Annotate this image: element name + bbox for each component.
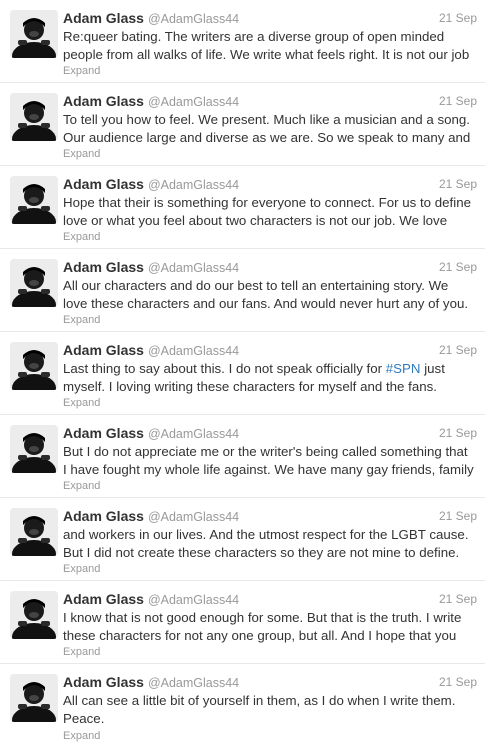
tweet-header: Adam Glass @AdamGlass44 21 Sep [63, 258, 477, 276]
tweet-header: Adam Glass @AdamGlass44 21 Sep [63, 507, 477, 525]
user-avatar-icon[interactable] [10, 176, 58, 224]
tweet-header: Adam Glass @AdamGlass44 21 Sep [63, 92, 477, 110]
author-handle[interactable]: @AdamGlass44 [148, 178, 239, 192]
tweet-text-segment: Last thing to say about this. I do not s… [63, 361, 386, 376]
tweet-text-line: myself. I loving writing these character… [63, 379, 437, 394]
tweet-timeline: Adam Glass @AdamGlass44 21 Sep Re:queer b… [0, 0, 485, 750]
tweet-text: and workers in our lives. And the utmost… [63, 526, 481, 562]
tweet-header: Adam Glass @AdamGlass44 21 Sep [63, 590, 477, 608]
tweet-text: All our characters and do our best to te… [63, 277, 481, 313]
author-name[interactable]: Adam Glass [63, 508, 144, 524]
tweet-header: Adam Glass @AdamGlass44 21 Sep [63, 9, 477, 27]
tweet-text-line: Last thing to say about this. I do not s… [63, 360, 481, 378]
tweet-text-line: All can see a little bit of yourself in … [63, 693, 456, 708]
tweet-text-line: Peace. [63, 711, 105, 726]
tweet-timestamp[interactable]: 21 Sep [439, 341, 477, 359]
tweet-item[interactable]: Adam Glass @AdamGlass44 21 Sep All can se… [0, 664, 485, 750]
tweet-text-line: Our audience large and diverse as we are… [63, 130, 471, 145]
tweet-text-segment: just [420, 361, 445, 376]
author-handle[interactable]: @AdamGlass44 [148, 427, 239, 441]
author-name[interactable]: Adam Glass [63, 425, 144, 441]
author-handle[interactable]: @AdamGlass44 [148, 344, 239, 358]
expand-link[interactable]: Expand [63, 480, 100, 492]
tweet-timestamp[interactable]: 21 Sep [439, 673, 477, 691]
tweet-timestamp[interactable]: 21 Sep [439, 590, 477, 608]
tweet-item[interactable]: Adam Glass @AdamGlass44 21 Sep Hope that … [0, 166, 485, 249]
tweet-item[interactable]: Adam Glass @AdamGlass44 21 Sep But I do n… [0, 415, 485, 498]
tweet-text: Hope that their is something for everyon… [63, 194, 481, 230]
tweet-item[interactable]: Adam Glass @AdamGlass44 21 Sep All our ch… [0, 249, 485, 332]
tweet-text-line: Re:queer bating. The writers are a diver… [63, 29, 445, 44]
expand-link[interactable]: Expand [63, 148, 100, 160]
user-avatar-icon[interactable] [10, 10, 58, 58]
user-avatar-icon[interactable] [10, 508, 58, 556]
author-name[interactable]: Adam Glass [63, 591, 144, 607]
hashtag-link[interactable]: #SPN [386, 361, 421, 376]
tweet-text: But I do not appreciate me or the writer… [63, 443, 481, 479]
tweet-timestamp[interactable]: 21 Sep [439, 258, 477, 276]
tweet-text-line: these characters for not any one group, … [63, 628, 457, 643]
tweet-item[interactable]: Adam Glass @AdamGlass44 21 Sep Last thing… [0, 332, 485, 415]
user-avatar-icon[interactable] [10, 342, 58, 390]
tweet-item[interactable]: Adam Glass @AdamGlass44 21 Sep I know tha… [0, 581, 485, 664]
tweet-timestamp[interactable]: 21 Sep [439, 424, 477, 442]
tweet-text-line: To tell you how to feel. We present. Muc… [63, 112, 471, 127]
expand-link[interactable]: Expand [63, 730, 100, 742]
expand-link[interactable]: Expand [63, 563, 100, 575]
author-name[interactable]: Adam Glass [63, 93, 144, 109]
tweet-text-line: love or what you feel about two characte… [63, 213, 448, 228]
tweet-item[interactable]: Adam Glass @AdamGlass44 21 Sep Re:queer b… [0, 0, 485, 83]
tweet-header: Adam Glass @AdamGlass44 21 Sep [63, 424, 477, 442]
expand-link[interactable]: Expand [63, 65, 100, 77]
user-avatar-icon[interactable] [10, 93, 58, 141]
tweet-timestamp[interactable]: 21 Sep [439, 507, 477, 525]
expand-link[interactable]: Expand [63, 397, 100, 409]
author-name[interactable]: Adam Glass [63, 10, 144, 26]
user-avatar-icon[interactable] [10, 674, 58, 722]
tweet-text: Re:queer bating. The writers are a diver… [63, 28, 481, 64]
tweet-timestamp[interactable]: 21 Sep [439, 175, 477, 193]
tweet-text-line: All our characters and do our best to te… [63, 278, 449, 293]
author-handle[interactable]: @AdamGlass44 [148, 510, 239, 524]
tweet-text: Last thing to say about this. I do not s… [63, 360, 481, 396]
tweet-item[interactable]: Adam Glass @AdamGlass44 21 Sep and worker… [0, 498, 485, 581]
author-handle[interactable]: @AdamGlass44 [148, 95, 239, 109]
user-avatar-icon[interactable] [10, 425, 58, 473]
author-name[interactable]: Adam Glass [63, 674, 144, 690]
tweet-text-line: I have fought my whole life against. We … [63, 462, 474, 477]
author-name[interactable]: Adam Glass [63, 176, 144, 192]
author-handle[interactable]: @AdamGlass44 [148, 593, 239, 607]
author-handle[interactable]: @AdamGlass44 [148, 676, 239, 690]
tweet-text-line: But I do not appreciate me or the writer… [63, 444, 468, 459]
tweet-text-line: But I did not create these characters so… [63, 545, 460, 560]
tweet-text-line: people from all walks of life. We write … [63, 47, 470, 62]
tweet-text-line: love these characters and our fans. And … [63, 296, 469, 311]
author-handle[interactable]: @AdamGlass44 [148, 12, 239, 26]
tweet-timestamp[interactable]: 21 Sep [439, 9, 477, 27]
tweet-header: Adam Glass @AdamGlass44 21 Sep [63, 341, 477, 359]
tweet-header: Adam Glass @AdamGlass44 21 Sep [63, 175, 477, 193]
author-handle[interactable]: @AdamGlass44 [148, 261, 239, 275]
expand-link[interactable]: Expand [63, 646, 100, 658]
author-name[interactable]: Adam Glass [63, 259, 144, 275]
tweet-text: I know that is not good enough for some.… [63, 609, 481, 645]
expand-link[interactable]: Expand [63, 314, 100, 326]
tweet-text: All can see a little bit of yourself in … [63, 692, 481, 728]
tweet-header: Adam Glass @AdamGlass44 21 Sep [63, 673, 477, 691]
tweet-item[interactable]: Adam Glass @AdamGlass44 21 Sep To tell yo… [0, 83, 485, 166]
author-name[interactable]: Adam Glass [63, 342, 144, 358]
tweet-text-line: Hope that their is something for everyon… [63, 195, 471, 210]
tweet-text-line: and workers in our lives. And the utmost… [63, 527, 469, 542]
tweet-text: To tell you how to feel. We present. Muc… [63, 111, 481, 147]
user-avatar-icon[interactable] [10, 591, 58, 639]
expand-link[interactable]: Expand [63, 231, 100, 243]
user-avatar-icon[interactable] [10, 259, 58, 307]
tweet-text-line: I know that is not good enough for some.… [63, 610, 462, 625]
tweet-timestamp[interactable]: 21 Sep [439, 92, 477, 110]
